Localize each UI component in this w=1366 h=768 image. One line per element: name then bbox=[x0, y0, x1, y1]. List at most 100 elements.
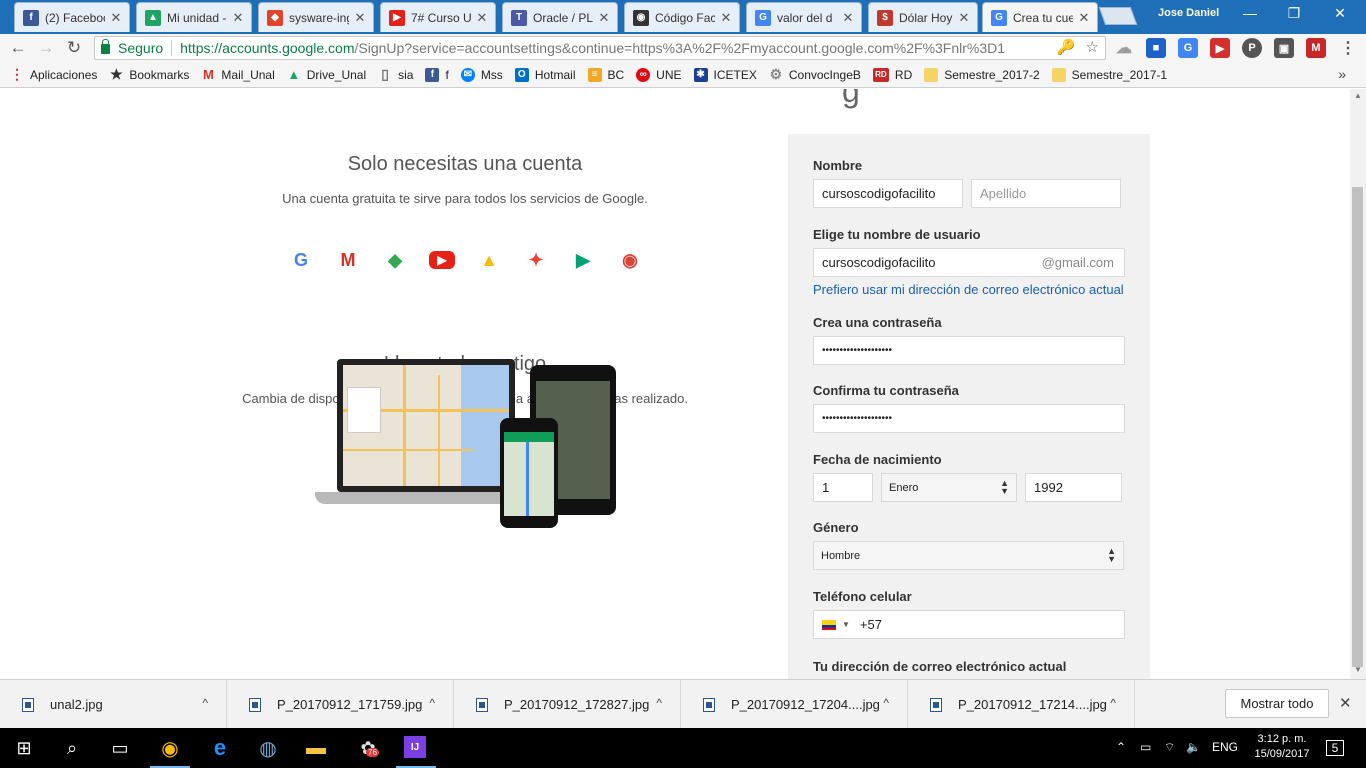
bookmark-mss[interactable]: ✉ Mss bbox=[460, 67, 503, 82]
clock[interactable]: 3:12 p. m. 15/09/2017 bbox=[1246, 732, 1318, 762]
scroll-down-icon[interactable]: ▼ bbox=[1353, 665, 1363, 674]
show-all-downloads-button[interactable]: Mostrar todo bbox=[1225, 689, 1329, 718]
video-extension-icon[interactable]: ▶ bbox=[1210, 38, 1230, 58]
bookmark-convocingeb[interactable]: ⚙ ConvocIngeB bbox=[769, 66, 861, 82]
lock-extension-icon[interactable]: ▣ bbox=[1274, 38, 1294, 58]
download-item[interactable]: unal2.jpg ^ bbox=[0, 680, 227, 729]
volume-icon[interactable]: 🔈 bbox=[1186, 740, 1201, 754]
pinterest-extension-icon[interactable]: P bbox=[1242, 38, 1262, 58]
tab-gitlab[interactable]: ◆ sysware-ing ✕ bbox=[258, 2, 374, 32]
colombia-flag-icon[interactable] bbox=[822, 619, 836, 630]
file-explorer-taskbar-icon[interactable]: ▬ bbox=[304, 736, 328, 760]
battery-icon[interactable]: ▭ bbox=[1140, 740, 1151, 754]
language-indicator[interactable]: ENG bbox=[1212, 740, 1238, 754]
close-tab-icon[interactable]: ✕ bbox=[109, 10, 123, 26]
close-tab-icon[interactable]: ✕ bbox=[1077, 10, 1091, 26]
birth-month-select[interactable]: Enero ▲ ▼ bbox=[881, 473, 1017, 502]
menu-icon[interactable]: ⋮ bbox=[1338, 38, 1358, 58]
new-tab-button[interactable] bbox=[1098, 7, 1138, 25]
country-dropdown-icon[interactable]: ▼ bbox=[842, 620, 850, 629]
close-tab-icon[interactable]: ✕ bbox=[475, 10, 489, 26]
close-tab-icon[interactable]: ✕ bbox=[597, 10, 611, 26]
close-tab-icon[interactable]: ✕ bbox=[957, 10, 971, 26]
close-tab-icon[interactable]: ✕ bbox=[719, 10, 733, 26]
bookmark-une[interactable]: ∞ UNE bbox=[636, 67, 682, 82]
bookmark-aplicaciones[interactable]: ⋮ Aplicaciones bbox=[10, 66, 97, 82]
windows-start-icon[interactable]: ⊞ bbox=[12, 736, 36, 760]
use-current-email-link[interactable]: Prefiero usar mi dirección de correo ele… bbox=[813, 282, 1124, 297]
tab-facebook[interactable]: f (2) Faceboo ✕ bbox=[14, 2, 130, 32]
forward-icon[interactable]: → bbox=[36, 38, 56, 58]
close-downloads-icon[interactable]: ✕ bbox=[1339, 694, 1352, 712]
codigo-facilito-icon: ◉ bbox=[633, 9, 649, 26]
url-path: /SignUp?service=accountsettings&continue… bbox=[354, 40, 1006, 56]
gender-select[interactable]: Hombre ▲ ▼ bbox=[813, 541, 1124, 570]
bookmark-semestre-2017-1[interactable]: Semestre_2017-1 bbox=[1051, 67, 1167, 82]
birth-year-input[interactable]: 1992 bbox=[1025, 473, 1122, 502]
close-window-icon[interactable]: ✕ bbox=[1330, 5, 1350, 22]
search-icon[interactable]: ⌕ bbox=[60, 736, 84, 760]
chevron-up-icon[interactable]: ^ bbox=[656, 696, 662, 710]
back-icon[interactable]: ← bbox=[8, 38, 28, 58]
birth-day-input[interactable]: 1 bbox=[813, 473, 873, 502]
address-bar[interactable]: Seguro https://accounts.google.com/SignU… bbox=[94, 36, 1106, 60]
chevron-up-icon[interactable]: ^ bbox=[202, 696, 208, 710]
tab-dolar[interactable]: $ Dólar Hoy ✕ bbox=[868, 2, 978, 32]
minimize-icon[interactable]: — bbox=[1240, 5, 1260, 21]
first-name-input[interactable]: cursoscodigofacilito bbox=[813, 179, 963, 208]
key-icon[interactable]: 🔑 bbox=[1057, 38, 1076, 56]
scroll-thumb[interactable] bbox=[1352, 187, 1363, 667]
folder-extension-icon[interactable]: ■ bbox=[1146, 38, 1166, 58]
bookmark-drive-unal[interactable]: ▲ Drive_Unal bbox=[287, 67, 366, 82]
bookmark-icetex[interactable]: ✱ ICETEX bbox=[693, 67, 757, 82]
intellij-taskbar-icon[interactable]: IJ bbox=[404, 736, 426, 758]
last-name-input[interactable]: Apellido bbox=[971, 179, 1121, 208]
network-taskbar-icon[interactable]: ◍ bbox=[256, 736, 280, 760]
action-center-icon[interactable]: 5 bbox=[1326, 740, 1344, 756]
more-bookmarks-icon[interactable]: » bbox=[1338, 66, 1346, 82]
task-view-icon[interactable]: ▭ bbox=[108, 736, 132, 760]
cloud-extension-icon[interactable]: ☁ bbox=[1114, 38, 1134, 58]
chevron-up-icon[interactable]: ^ bbox=[429, 696, 435, 710]
download-item[interactable]: P_20170912_17214....jpg ^ bbox=[908, 680, 1135, 729]
bookmark-bookmarks[interactable]: ★ Bookmarks bbox=[109, 66, 189, 82]
close-tab-icon[interactable]: ✕ bbox=[231, 10, 245, 26]
tab-crea-cuenta[interactable]: G Crea tu cue ✕ bbox=[982, 2, 1098, 32]
page-scrollbar[interactable]: ▲ ▼ bbox=[1350, 89, 1366, 679]
bookmark-facebook[interactable]: f f bbox=[425, 67, 449, 82]
bookmark-star-icon[interactable]: ☆ bbox=[1086, 38, 1099, 56]
tab-codigo-facilito[interactable]: ◉ Código Fac ✕ bbox=[624, 2, 740, 32]
wifi-icon[interactable]: ⌔ bbox=[1164, 740, 1175, 755]
restore-icon[interactable]: ❐ bbox=[1284, 5, 1304, 22]
edge-taskbar-icon[interactable]: e bbox=[208, 735, 232, 760]
show-hidden-icons-icon[interactable]: ⌃ bbox=[1116, 740, 1126, 754]
tab-youtube[interactable]: ▶ 7# Curso U ✕ bbox=[380, 2, 496, 32]
download-item[interactable]: P_20170912_171759.jpg ^ bbox=[227, 680, 454, 729]
m-extension-icon[interactable]: M bbox=[1306, 38, 1326, 58]
profile-name[interactable]: Jose Daniel bbox=[1158, 7, 1219, 19]
tab-drive[interactable]: ▲ Mi unidad - ✕ bbox=[136, 2, 252, 32]
tab-google-search[interactable]: G valor del d ✕ bbox=[746, 2, 862, 32]
chrome-taskbar-icon[interactable]: ◉ bbox=[158, 736, 182, 760]
chevron-up-icon[interactable]: ^ bbox=[883, 696, 889, 710]
translate-extension-icon[interactable]: G bbox=[1178, 38, 1198, 58]
bookmark-rd[interactable]: RD RD bbox=[872, 67, 912, 82]
bookmark-mail-unal[interactable]: M Mail_Unal bbox=[201, 67, 275, 82]
close-tab-icon[interactable]: ✕ bbox=[353, 10, 367, 26]
bookmark-bc[interactable]: ≡ BC bbox=[587, 67, 624, 82]
download-item[interactable]: P_20170912_17204....jpg ^ bbox=[681, 680, 908, 729]
bookmark-semestre-2017-2[interactable]: Semestre_2017-2 bbox=[924, 67, 1040, 82]
phone-input[interactable]: ▼ +57 bbox=[813, 610, 1125, 639]
download-item[interactable]: P_20170912_172827.jpg ^ bbox=[454, 680, 681, 729]
username-input[interactable]: cursoscodigofacilito @gmail.com bbox=[813, 248, 1125, 277]
bookmark-hotmail[interactable]: O Hotmail bbox=[514, 67, 576, 82]
reload-icon[interactable]: ↻ bbox=[64, 38, 84, 58]
chevron-up-icon[interactable]: ^ bbox=[1110, 696, 1116, 710]
confirm-password-input[interactable]: •••••••••••••••••••• bbox=[813, 404, 1125, 433]
close-tab-icon[interactable]: ✕ bbox=[841, 10, 855, 26]
scroll-up-icon[interactable]: ▲ bbox=[1353, 91, 1363, 100]
outlook-icon: O bbox=[514, 67, 529, 82]
bookmark-sia[interactable]: ▯ sia bbox=[378, 66, 413, 82]
tab-oracle[interactable]: T Oracle / PL ✕ bbox=[502, 2, 618, 32]
password-input[interactable]: •••••••••••••••••••• bbox=[813, 336, 1125, 365]
